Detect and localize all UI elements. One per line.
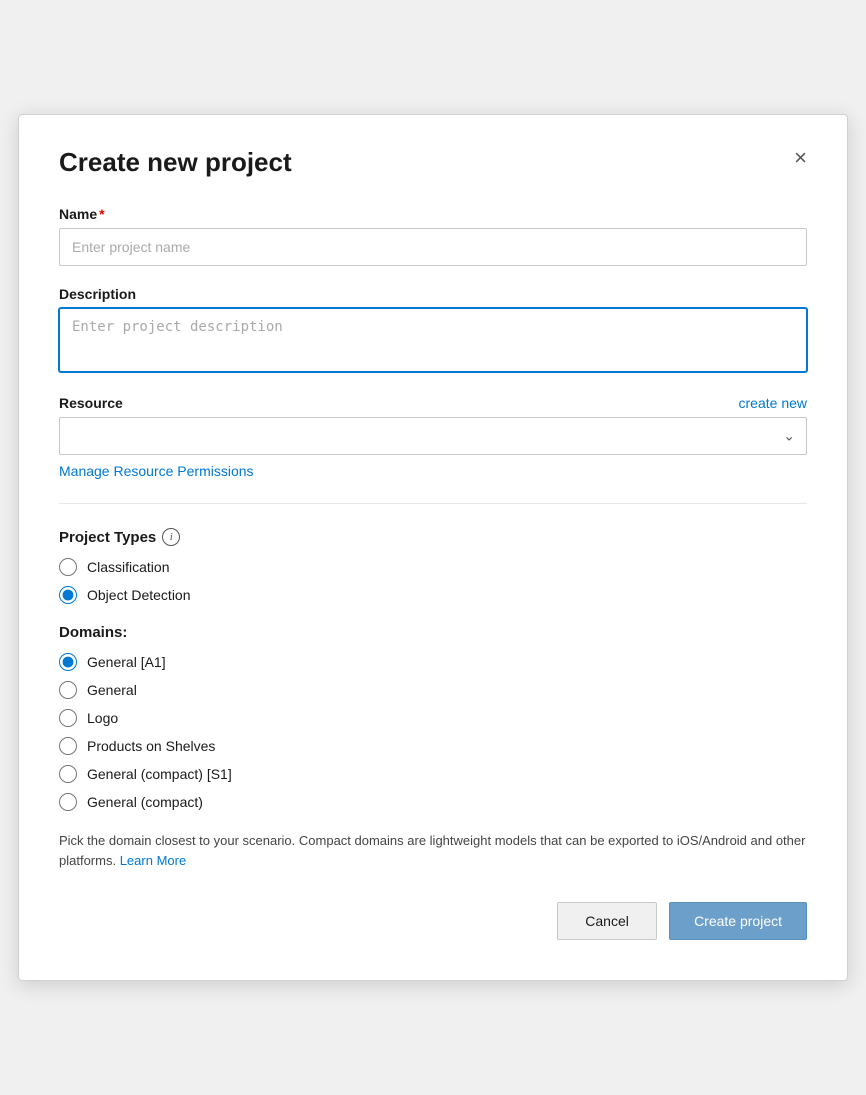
project-types-title: Project Types i	[59, 528, 807, 546]
logo-radio[interactable]	[59, 709, 77, 727]
resource-select-wrapper: ⌄	[59, 417, 807, 455]
general-compact-s1-label: General (compact) [S1]	[87, 766, 232, 782]
domains-label: Domains:	[59, 624, 807, 641]
cancel-button[interactable]: Cancel	[557, 902, 657, 940]
close-button[interactable]: ×	[794, 147, 807, 169]
divider	[59, 503, 807, 504]
classification-radio[interactable]	[59, 558, 77, 576]
resource-select[interactable]	[59, 417, 807, 455]
description-field-group: Description	[59, 286, 807, 375]
dialog-footer: Cancel Create project	[59, 902, 807, 940]
general-a1-radio[interactable]	[59, 653, 77, 671]
domain-item-general-compact[interactable]: General (compact)	[59, 793, 807, 811]
resource-header: Resource create new	[59, 395, 807, 411]
description-label: Description	[59, 286, 807, 302]
general-a1-label: General [A1]	[87, 654, 166, 670]
logo-label: Logo	[87, 710, 118, 726]
general-compact-s1-radio[interactable]	[59, 765, 77, 783]
domain-item-general-compact-s1[interactable]: General (compact) [S1]	[59, 765, 807, 783]
products-on-shelves-label: Products on Shelves	[87, 738, 215, 754]
description-input[interactable]	[59, 308, 807, 372]
name-input[interactable]	[59, 228, 807, 266]
info-icon: i	[162, 528, 180, 546]
manage-permissions-link[interactable]: Manage Resource Permissions	[59, 463, 254, 479]
object-detection-label: Object Detection	[87, 587, 191, 603]
create-new-link[interactable]: create new	[739, 395, 807, 411]
required-indicator: *	[99, 206, 104, 222]
project-types-radio-group: Classification Object Detection	[59, 558, 807, 604]
create-project-button[interactable]: Create project	[669, 902, 807, 940]
create-project-dialog: Create new project × Name* Description R…	[18, 114, 848, 981]
learn-more-link[interactable]: Learn More	[120, 853, 186, 868]
hint-text: Pick the domain closest to your scenario…	[59, 831, 807, 870]
name-field-group: Name*	[59, 206, 807, 266]
dialog-header: Create new project ×	[59, 147, 807, 178]
domain-item-general[interactable]: General	[59, 681, 807, 699]
radio-item-object-detection[interactable]: Object Detection	[59, 586, 807, 604]
general-radio[interactable]	[59, 681, 77, 699]
products-on-shelves-radio[interactable]	[59, 737, 77, 755]
project-types-group: Project Types i Classification Object De…	[59, 528, 807, 604]
general-label: General	[87, 682, 137, 698]
object-detection-radio[interactable]	[59, 586, 77, 604]
resource-label: Resource	[59, 395, 123, 411]
resource-field-group: Resource create new ⌄ Manage Resource Pe…	[59, 395, 807, 479]
domain-item-general-a1[interactable]: General [A1]	[59, 653, 807, 671]
classification-label: Classification	[87, 559, 169, 575]
domain-item-products-on-shelves[interactable]: Products on Shelves	[59, 737, 807, 755]
general-compact-label: General (compact)	[87, 794, 203, 810]
radio-item-classification[interactable]: Classification	[59, 558, 807, 576]
name-label: Name*	[59, 206, 807, 222]
domains-radio-group: General [A1] General Logo Products on Sh…	[59, 653, 807, 811]
domains-section: Domains: General [A1] General Logo Produ…	[59, 624, 807, 811]
dialog-title: Create new project	[59, 147, 292, 178]
domain-item-logo[interactable]: Logo	[59, 709, 807, 727]
general-compact-radio[interactable]	[59, 793, 77, 811]
